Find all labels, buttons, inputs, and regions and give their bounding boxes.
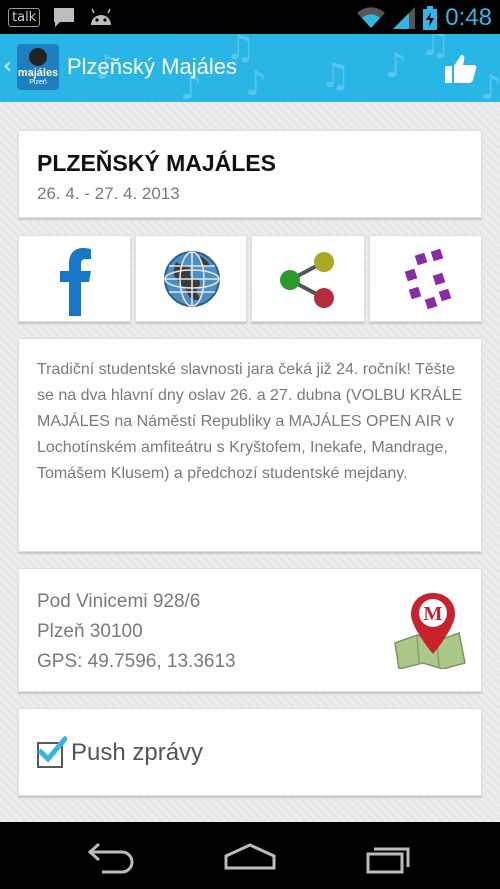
talk-icon: talk bbox=[8, 7, 41, 27]
status-bar: talk 0:48 bbox=[0, 0, 500, 34]
wifi-icon bbox=[357, 7, 386, 29]
event-date: 26. 4. - 27. 4. 2013 bbox=[37, 184, 180, 203]
event-description: Tradiční studentské slavnosti jara čeká … bbox=[37, 361, 463, 482]
signal-icon bbox=[393, 7, 416, 29]
app-title: Plzeňský Majáles bbox=[67, 54, 237, 79]
web-button[interactable] bbox=[135, 235, 247, 322]
clock: 0:48 bbox=[445, 4, 492, 31]
push-checkbox[interactable] bbox=[37, 736, 67, 768]
push-card[interactable]: Push zprávy bbox=[18, 708, 482, 796]
facebook-icon bbox=[60, 248, 91, 316]
logo-subtext: Plzeň bbox=[29, 79, 47, 86]
home-icon[interactable] bbox=[222, 840, 278, 876]
event-title: PLZEŇSKÝ MAJÁLES bbox=[37, 150, 276, 176]
facebook-button[interactable] bbox=[18, 235, 131, 322]
share-icon bbox=[280, 252, 334, 308]
address-card[interactable]: Pod Vinicemi 928/6 Plzeň 30100 GPS: 49.7… bbox=[18, 568, 482, 692]
message-icon bbox=[54, 8, 75, 27]
g-logo-icon bbox=[404, 248, 452, 310]
description-card: Tradiční studentské slavnosti jara čeká … bbox=[18, 338, 482, 552]
map-pin-icon[interactable]: M bbox=[387, 591, 467, 669]
share-button[interactable] bbox=[251, 235, 365, 322]
logo-figure bbox=[29, 48, 47, 66]
system-icons: 0:48 bbox=[357, 4, 492, 32]
address-street: Pod Vinicemi 928/6 bbox=[37, 591, 201, 612]
address-city: Plzeň 30100 bbox=[37, 621, 143, 642]
back-icon[interactable] bbox=[84, 840, 140, 876]
address-gps: GPS: 49.7596, 13.3613 bbox=[37, 651, 236, 672]
globe-icon bbox=[164, 251, 220, 307]
recent-apps-icon[interactable] bbox=[362, 840, 418, 876]
push-label: Push zprávy bbox=[71, 739, 204, 766]
up-caret-icon[interactable]: ‹ bbox=[3, 54, 12, 79]
navigation-bar bbox=[0, 822, 500, 889]
logo-text: majáles bbox=[17, 67, 59, 79]
checkmark-icon bbox=[37, 736, 67, 763]
g-app-button[interactable] bbox=[369, 235, 482, 322]
content-area: PLZEŇSKÝ MAJÁLES 26. 4. - 27. 4. 2013 Tr… bbox=[0, 102, 500, 822]
thumbs-up-icon[interactable] bbox=[444, 52, 478, 86]
event-header-card: PLZEŇSKÝ MAJÁLES 26. 4. - 27. 4. 2013 bbox=[18, 130, 482, 218]
notification-icons: talk bbox=[8, 6, 114, 28]
app-logo[interactable]: majáles Plzeň bbox=[17, 44, 59, 90]
action-bar: ♪ ♫ ♪ ♫ ♪ ♫ ♪ ♪ ‹ majáles Plzeň Plzeňský… bbox=[0, 34, 500, 102]
android-icon bbox=[91, 8, 112, 25]
battery-icon bbox=[423, 6, 438, 30]
map-pin-letter: M bbox=[424, 603, 443, 625]
